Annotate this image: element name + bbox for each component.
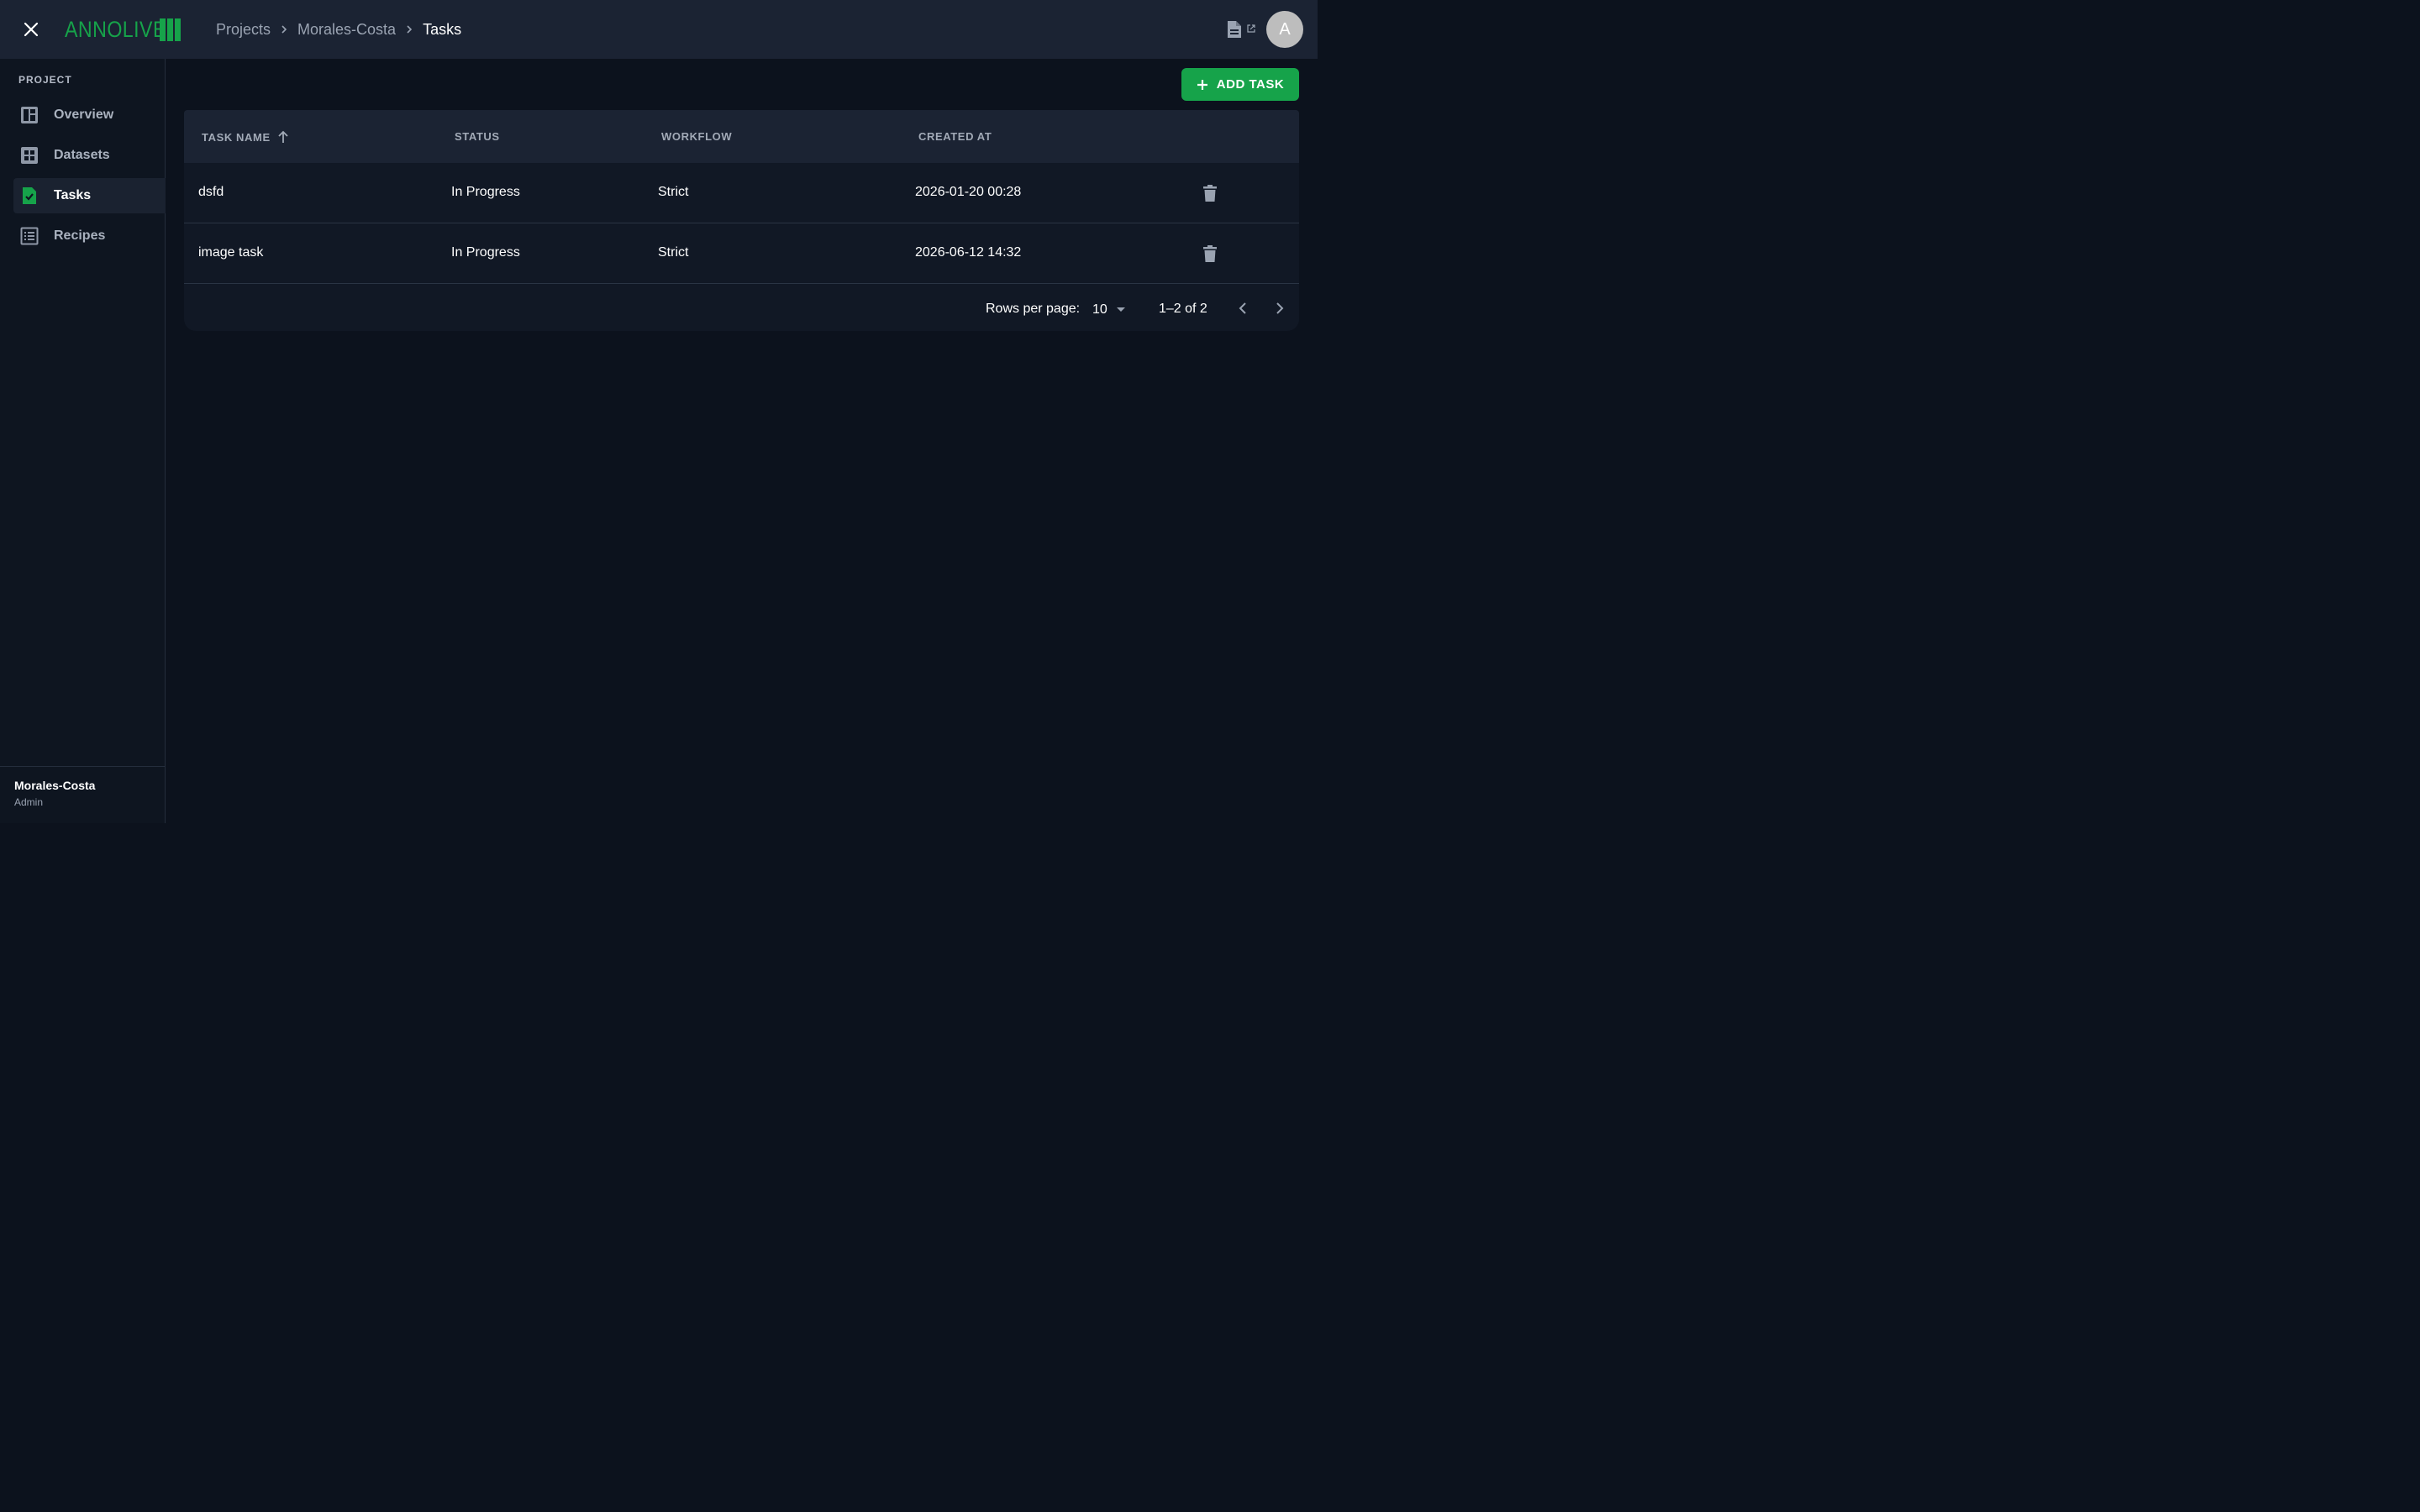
delete-button[interactable] — [1201, 244, 1219, 264]
breadcrumb: Projects Morales-Costa Tasks — [216, 18, 461, 40]
column-header-workflow[interactable]: WORKFLOW — [661, 130, 732, 143]
documentation-button[interactable] — [1225, 18, 1260, 40]
task-name-cell: image task — [198, 245, 264, 260]
add-task-button[interactable]: ADD TASK — [1181, 68, 1299, 101]
chevron-right-icon — [1276, 302, 1284, 314]
rows-per-page-label: Rows per page: — [986, 302, 1081, 316]
chevron-left-icon — [1239, 302, 1246, 314]
top-bar: ANNOLIVE Projects Morales-Costa Tasks A — [0, 0, 1318, 59]
previous-page-button[interactable] — [1232, 297, 1254, 319]
rows-per-page-select[interactable]: 10 — [1092, 300, 1126, 320]
column-label: STATUS — [455, 130, 500, 143]
column-label: CREATED AT — [918, 130, 992, 143]
column-header-status[interactable]: STATUS — [455, 130, 500, 143]
caret-down-icon — [1116, 307, 1125, 312]
workflow-cell: Strict — [658, 245, 689, 260]
sidebar-footer: Morales-Costa Admin — [0, 766, 165, 823]
list-icon — [20, 227, 39, 245]
workflow-cell: Strict — [658, 185, 689, 199]
tasks-table: TASK NAME STATUS WORKFLOW CREATED AT dsf… — [184, 110, 1299, 331]
created-at-cell: 2026-06-12 14:32 — [915, 245, 1022, 260]
logo-text: ANNOLIVE — [65, 16, 166, 42]
close-icon — [24, 22, 39, 37]
table-header: TASK NAME STATUS WORKFLOW CREATED AT — [184, 110, 1299, 163]
column-label: TASK NAME — [202, 130, 271, 144]
status-cell: In Progress — [451, 185, 520, 199]
breadcrumb-current: Tasks — [423, 20, 462, 38]
trash-icon — [1203, 245, 1217, 262]
sidebar-item-label: Overview — [54, 108, 114, 122]
chevron-right-icon — [281, 24, 287, 34]
dashboard-icon — [20, 106, 39, 124]
column-header-created-at[interactable]: CREATED AT — [918, 130, 992, 143]
sidebar-item-label: Tasks — [54, 188, 92, 202]
sidebar-item-recipes[interactable]: Recipes — [13, 218, 166, 254]
task-name-cell: dsfd — [198, 185, 224, 199]
grid-icon — [20, 146, 39, 165]
breadcrumb-project[interactable]: Morales-Costa — [297, 21, 396, 39]
created-at-cell: 2026-01-20 00:28 — [915, 185, 1022, 199]
table-row[interactable]: image task In Progress Strict 2026-06-12… — [184, 223, 1299, 284]
page-range: 1–2 of 2 — [1159, 302, 1207, 316]
close-button[interactable] — [18, 17, 44, 42]
status-cell: In Progress — [451, 245, 520, 260]
table-row[interactable]: dsfd In Progress Strict 2026-01-20 00:28 — [184, 163, 1299, 223]
sidebar-item-overview[interactable]: Overview — [13, 97, 166, 133]
sidebar-item-label: Recipes — [54, 228, 106, 243]
column-label: WORKFLOW — [661, 130, 733, 143]
document-icon — [1228, 21, 1241, 38]
sidebar-item-datasets[interactable]: Datasets — [13, 138, 166, 173]
sidebar: PROJECT Overview Datasets Tasks Recipes … — [0, 59, 166, 823]
plus-icon — [1197, 79, 1207, 90]
chevron-right-icon — [406, 24, 413, 34]
external-link-icon — [1247, 24, 1255, 33]
breadcrumb-projects[interactable]: Projects — [216, 21, 271, 39]
app-logo[interactable]: ANNOLIVE — [65, 15, 181, 44]
rows-per-page-value: 10 — [1092, 302, 1107, 317]
delete-button[interactable] — [1201, 183, 1219, 203]
sidebar-section-label: PROJECT — [18, 74, 72, 86]
next-page-button[interactable] — [1269, 297, 1291, 319]
user-role: Admin — [14, 796, 44, 808]
column-header-task-name[interactable]: TASK NAME — [202, 130, 289, 144]
project-name: Morales-Costa — [14, 779, 96, 792]
pagination: Rows per page: 10 1–2 of 2 — [184, 283, 1299, 331]
avatar[interactable]: A — [1266, 11, 1303, 48]
task-check-icon — [20, 186, 39, 205]
trash-icon — [1203, 185, 1217, 202]
sidebar-item-tasks[interactable]: Tasks — [13, 178, 166, 213]
add-task-label: ADD TASK — [1216, 77, 1285, 92]
arrow-up-icon — [278, 130, 288, 143]
sidebar-item-label: Datasets — [54, 148, 110, 162]
